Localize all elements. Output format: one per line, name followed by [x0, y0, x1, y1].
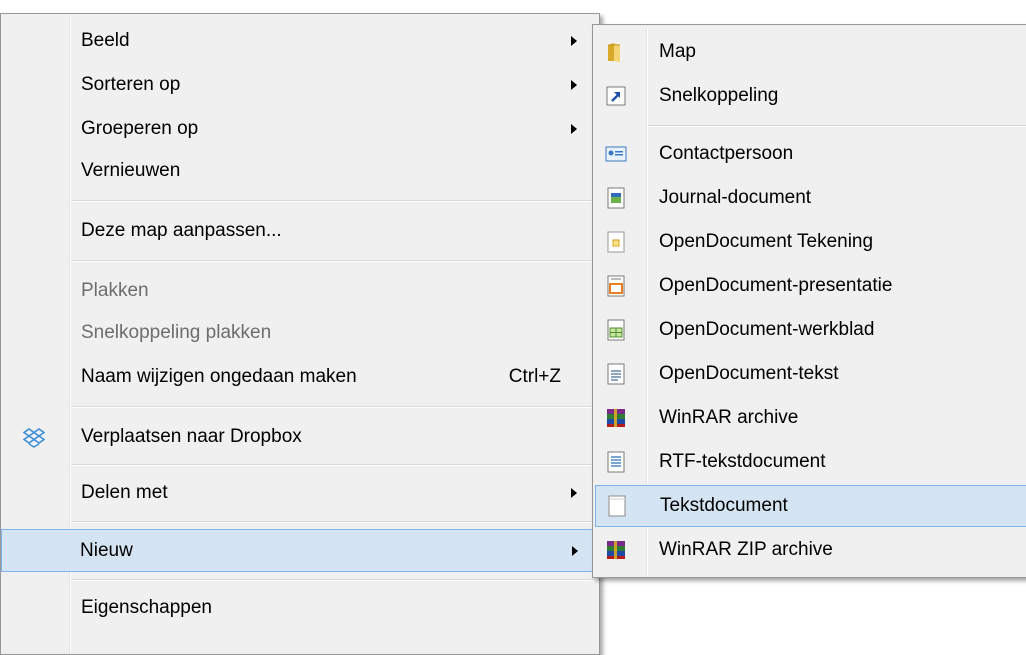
menu-separator	[71, 464, 595, 466]
menu-separator	[71, 521, 595, 523]
submenu-item-folder[interactable]: Map	[595, 31, 1026, 73]
submenu-item-winrar-archive[interactable]: WinRAR archive	[595, 397, 1026, 439]
submenu-arrow-icon	[571, 124, 577, 134]
menu-item-label: Snelkoppeling plakken	[81, 322, 272, 343]
odt-text-icon	[605, 363, 627, 385]
menu-item-customize-folder[interactable]: Deze map aanpassen...	[3, 210, 597, 252]
winrar-archive-icon	[605, 407, 627, 429]
menu-item-refresh[interactable]: Vernieuwen	[3, 150, 597, 192]
menu-item-label: OpenDocument-tekst	[659, 363, 839, 384]
menu-item-label: Sorteren op	[81, 74, 181, 95]
menu-item-view[interactable]: Beeld	[3, 20, 597, 62]
journal-document-icon	[605, 187, 627, 209]
shortcut-icon	[605, 85, 627, 107]
submenu-item-rtf[interactable]: RTF-tekstdocument	[595, 441, 1026, 483]
menu-item-label: Plakken	[81, 280, 149, 301]
menu-item-label: Groeperen op	[81, 118, 199, 139]
submenu-item-shortcut[interactable]: Snelkoppeling	[595, 75, 1026, 117]
odp-presentation-icon	[605, 275, 627, 297]
menu-item-label: Contactpersoon	[659, 143, 794, 164]
submenu-item-odp[interactable]: OpenDocument-presentatie	[595, 265, 1026, 307]
menu-item-move-to-dropbox[interactable]: Verplaatsen naar Dropbox	[3, 416, 597, 458]
menu-separator	[71, 579, 595, 581]
menu-item-label: Nieuw	[80, 539, 133, 561]
menu-item-sort-by[interactable]: Sorteren op	[3, 64, 597, 106]
menu-item-paste[interactable]: Plakken	[3, 270, 597, 312]
submenu-item-odg[interactable]: OpenDocument Tekening	[595, 221, 1026, 263]
menu-item-label: Vernieuwen	[81, 160, 181, 181]
menu-separator	[648, 125, 1026, 127]
rtf-document-icon	[605, 451, 627, 473]
submenu-arrow-icon	[571, 80, 577, 90]
submenu-item-ods[interactable]: OpenDocument-werkblad	[595, 309, 1026, 351]
menu-item-label: OpenDocument-presentatie	[659, 275, 893, 296]
menu-separator	[71, 406, 595, 408]
menu-item-label: OpenDocument-werkblad	[659, 319, 875, 340]
menu-item-label: WinRAR archive	[659, 407, 799, 428]
menu-item-shortcut: Ctrl+Z	[508, 366, 561, 387]
submenu-item-odt[interactable]: OpenDocument-tekst	[595, 353, 1026, 395]
winrar-zip-icon	[605, 539, 627, 561]
submenu-item-winrar-zip[interactable]: WinRAR ZIP archive	[595, 529, 1026, 571]
menu-item-label: Snelkoppeling	[659, 85, 779, 106]
menu-item-label: Map	[659, 41, 696, 62]
menu-item-new[interactable]: Nieuw	[1, 529, 599, 572]
ods-spreadsheet-icon	[605, 319, 627, 341]
menu-item-label: Delen met	[81, 482, 168, 503]
menu-item-label: WinRAR ZIP archive	[659, 539, 833, 560]
menu-item-group-by[interactable]: Groeperen op	[3, 108, 597, 150]
new-submenu: Map Snelkoppeling Contactpersoon Journal…	[592, 24, 1026, 578]
contact-card-icon	[605, 143, 627, 165]
menu-item-label: Beeld	[81, 30, 130, 51]
menu-item-label: Eigenschappen	[81, 597, 212, 618]
menu-item-label: Naam wijzigen ongedaan maken	[81, 366, 357, 387]
menu-item-label: Verplaatsen naar Dropbox	[81, 426, 302, 447]
menu-item-paste-shortcut[interactable]: Snelkoppeling plakken	[3, 312, 597, 354]
menu-item-label: Tekstdocument	[660, 495, 788, 516]
folder-icon	[605, 41, 627, 63]
menu-item-label: OpenDocument Tekening	[659, 231, 874, 252]
menu-item-undo-rename[interactable]: Naam wijzigen ongedaan maken Ctrl+Z	[3, 356, 597, 398]
text-document-icon	[606, 495, 628, 517]
menu-item-label: Deze map aanpassen...	[81, 220, 282, 241]
menu-separator	[71, 260, 595, 262]
dropbox-icon	[22, 426, 46, 448]
menu-item-properties[interactable]: Eigenschappen	[3, 587, 597, 629]
menu-separator	[71, 200, 595, 202]
context-menu: Beeld Sorteren op Groeperen op Vernieuwe…	[0, 13, 600, 655]
submenu-arrow-icon	[571, 488, 577, 498]
submenu-item-journal[interactable]: Journal-document	[595, 177, 1026, 219]
menu-item-share-with[interactable]: Delen met	[3, 472, 597, 514]
submenu-item-text-document[interactable]: Tekstdocument	[595, 485, 1026, 527]
menu-item-label: RTF-tekstdocument	[659, 451, 826, 472]
submenu-item-contact[interactable]: Contactpersoon	[595, 133, 1026, 175]
submenu-arrow-icon	[571, 36, 577, 46]
submenu-arrow-icon	[572, 545, 578, 556]
menu-item-label: Journal-document	[659, 187, 812, 208]
odg-drawing-icon	[605, 231, 627, 253]
